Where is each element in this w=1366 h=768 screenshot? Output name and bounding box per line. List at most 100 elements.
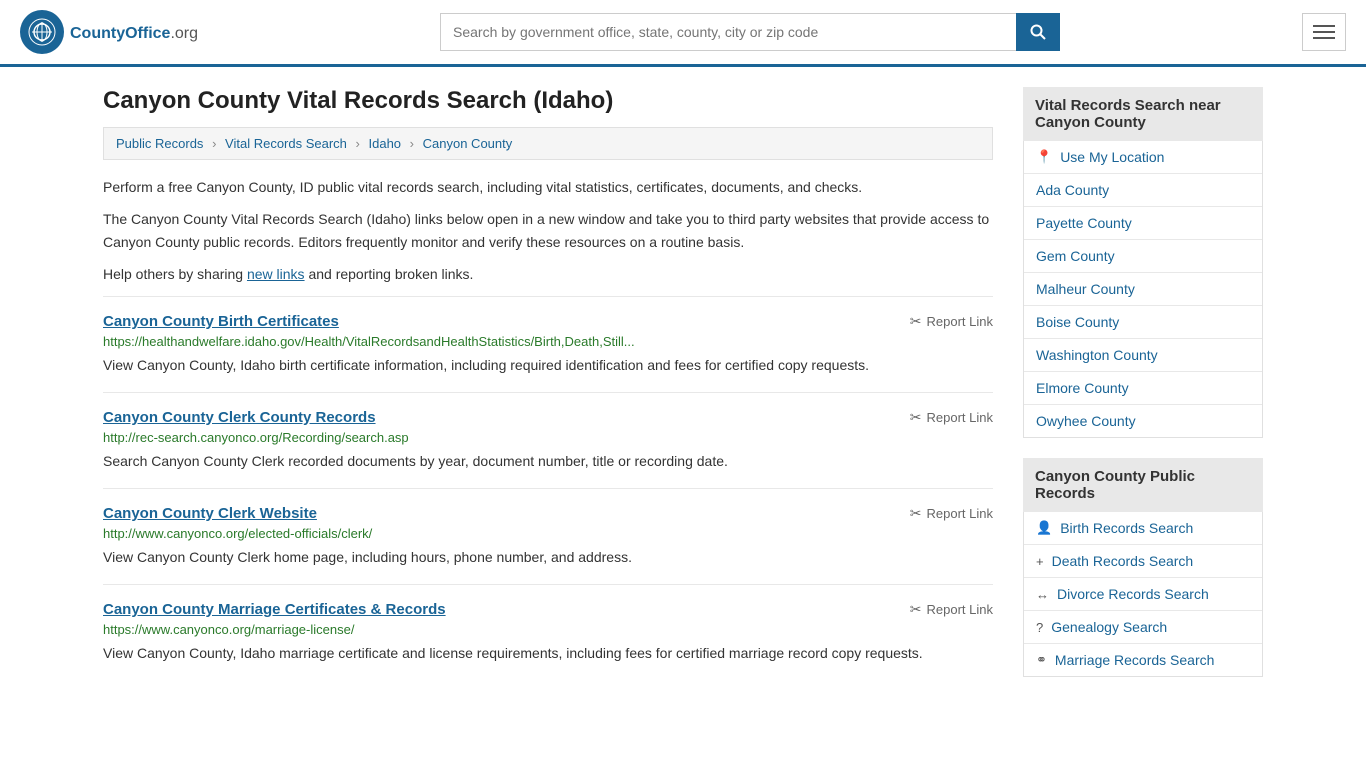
content-area: Canyon County Vital Records Search (Idah… — [103, 87, 993, 697]
public-records-link[interactable]: Death Records Search — [1052, 553, 1194, 569]
report-link-label: Report Link — [927, 314, 993, 329]
public-records-list: 👤 Birth Records Search + Death Records S… — [1023, 512, 1263, 677]
nearby-county-item[interactable]: Boise County — [1024, 306, 1262, 339]
result-url[interactable]: http://www.canyonco.org/elected-official… — [103, 526, 993, 541]
public-records-link[interactable]: Birth Records Search — [1060, 520, 1193, 536]
breadcrumb-vital-records[interactable]: Vital Records Search — [225, 136, 347, 151]
new-links-link[interactable]: new links — [247, 266, 305, 282]
nearby-county-link[interactable]: Elmore County — [1036, 380, 1129, 396]
nearby-county-item[interactable]: Payette County — [1024, 207, 1262, 240]
description-3-pre: Help others by sharing — [103, 266, 247, 282]
search-input[interactable] — [440, 13, 1016, 51]
report-link[interactable]: ✂ Report Link — [910, 409, 993, 426]
report-link[interactable]: ✂ Report Link — [910, 505, 993, 522]
public-records-item[interactable]: ↔ Divorce Records Search — [1024, 578, 1262, 611]
breadcrumb-sep: › — [212, 136, 216, 151]
breadcrumb-sep: › — [356, 136, 360, 151]
public-records-item[interactable]: + Death Records Search — [1024, 545, 1262, 578]
nearby-list: 📍 Use My Location Ada County Payette Coun… — [1023, 141, 1263, 438]
logo-icon — [20, 10, 64, 54]
result-desc: Search Canyon County Clerk recorded docu… — [103, 451, 993, 472]
breadcrumb-sep: › — [410, 136, 414, 151]
report-icon: ✂ — [910, 409, 922, 426]
nearby-county-item[interactable]: Ada County — [1024, 174, 1262, 207]
result-title[interactable]: Canyon County Birth Certificates — [103, 313, 339, 330]
use-my-location-link[interactable]: Use My Location — [1060, 149, 1164, 165]
public-records-item[interactable]: 👤 Birth Records Search — [1024, 512, 1262, 545]
public-records-icon: ? — [1036, 620, 1043, 635]
nearby-county-item[interactable]: Gem County — [1024, 240, 1262, 273]
logo-area: CountyOffice.org — [20, 10, 198, 54]
page-title: Canyon County Vital Records Search (Idah… — [103, 87, 993, 115]
site-header: CountyOffice.org — [0, 0, 1366, 67]
sidebar: Vital Records Search near Canyon County … — [1023, 87, 1263, 697]
description-3: Help others by sharing new links and rep… — [103, 263, 993, 285]
menu-button[interactable] — [1302, 13, 1346, 51]
logo-text: CountyOffice.org — [70, 21, 198, 44]
public-records-item[interactable]: ? Genealogy Search — [1024, 611, 1262, 644]
result-header: Canyon County Clerk County Records ✂ Rep… — [103, 409, 993, 426]
result-item: Canyon County Birth Certificates ✂ Repor… — [103, 296, 993, 392]
report-link-label: Report Link — [927, 506, 993, 521]
result-item: Canyon County Marriage Certificates & Re… — [103, 584, 993, 680]
menu-icon-line — [1313, 31, 1335, 33]
report-icon: ✂ — [910, 505, 922, 522]
nearby-counties-list: Ada County Payette County Gem County Malheu… — [1024, 174, 1262, 437]
nearby-county-link[interactable]: Ada County — [1036, 182, 1109, 198]
result-title[interactable]: Canyon County Clerk County Records — [103, 409, 376, 426]
result-url[interactable]: https://www.canyonco.org/marriage-licens… — [103, 622, 993, 637]
result-url[interactable]: https://healthandwelfare.idaho.gov/Healt… — [103, 334, 993, 349]
result-item: Canyon County Clerk County Records ✂ Rep… — [103, 392, 993, 488]
public-records-icon: + — [1036, 554, 1044, 569]
public-records-link[interactable]: Divorce Records Search — [1057, 586, 1209, 602]
report-icon: ✂ — [910, 601, 922, 618]
report-link-label: Report Link — [927, 602, 993, 617]
nearby-header: Vital Records Search near Canyon County — [1023, 87, 1263, 141]
result-header: Canyon County Marriage Certificates & Re… — [103, 601, 993, 618]
public-records-icon: 👤 — [1036, 520, 1052, 536]
public-records-link[interactable]: Genealogy Search — [1051, 619, 1167, 635]
nearby-county-link[interactable]: Washington County — [1036, 347, 1158, 363]
menu-icon-line — [1313, 37, 1335, 39]
breadcrumb-canyon-county[interactable]: Canyon County — [423, 136, 513, 151]
report-icon: ✂ — [910, 313, 922, 330]
nearby-section: Vital Records Search near Canyon County … — [1023, 87, 1263, 438]
description-1: Perform a free Canyon County, ID public … — [103, 176, 993, 198]
nearby-county-link[interactable]: Gem County — [1036, 248, 1115, 264]
result-item: Canyon County Clerk Website ✂ Report Lin… — [103, 488, 993, 584]
public-records-items: 👤 Birth Records Search + Death Records S… — [1024, 512, 1262, 676]
result-desc: View Canyon County, Idaho marriage certi… — [103, 643, 993, 664]
description-2: The Canyon County Vital Records Search (… — [103, 208, 993, 253]
result-desc: View Canyon County, Idaho birth certific… — [103, 355, 993, 376]
breadcrumb-public-records[interactable]: Public Records — [116, 136, 203, 151]
public-records-item[interactable]: ⚭ Marriage Records Search — [1024, 644, 1262, 676]
result-title[interactable]: Canyon County Marriage Certificates & Re… — [103, 601, 446, 618]
location-icon: 📍 — [1036, 149, 1052, 165]
search-area — [440, 13, 1060, 51]
nearby-county-item[interactable]: Elmore County — [1024, 372, 1262, 405]
nearby-county-link[interactable]: Boise County — [1036, 314, 1119, 330]
public-records-link[interactable]: Marriage Records Search — [1055, 652, 1215, 668]
public-records-section: Canyon County Public Records 👤 Birth Rec… — [1023, 458, 1263, 677]
report-link[interactable]: ✂ Report Link — [910, 313, 993, 330]
main-container: Canyon County Vital Records Search (Idah… — [83, 67, 1283, 717]
result-desc: View Canyon County Clerk home page, incl… — [103, 547, 993, 568]
nearby-county-item[interactable]: Washington County — [1024, 339, 1262, 372]
nearby-county-item[interactable]: Owyhee County — [1024, 405, 1262, 437]
results-container: Canyon County Birth Certificates ✂ Repor… — [103, 296, 993, 680]
use-my-location-item[interactable]: 📍 Use My Location — [1024, 141, 1262, 174]
nearby-county-link[interactable]: Malheur County — [1036, 281, 1135, 297]
search-button[interactable] — [1016, 13, 1060, 51]
nearby-county-item[interactable]: Malheur County — [1024, 273, 1262, 306]
search-icon — [1030, 24, 1046, 40]
nearby-county-link[interactable]: Owyhee County — [1036, 413, 1136, 429]
result-header: Canyon County Birth Certificates ✂ Repor… — [103, 313, 993, 330]
menu-icon-line — [1313, 25, 1335, 27]
result-title[interactable]: Canyon County Clerk Website — [103, 505, 317, 522]
result-header: Canyon County Clerk Website ✂ Report Lin… — [103, 505, 993, 522]
report-link[interactable]: ✂ Report Link — [910, 601, 993, 618]
nearby-county-link[interactable]: Payette County — [1036, 215, 1132, 231]
breadcrumb: Public Records › Vital Records Search › … — [103, 127, 993, 160]
breadcrumb-idaho[interactable]: Idaho — [369, 136, 402, 151]
result-url[interactable]: http://rec-search.canyonco.org/Recording… — [103, 430, 993, 445]
